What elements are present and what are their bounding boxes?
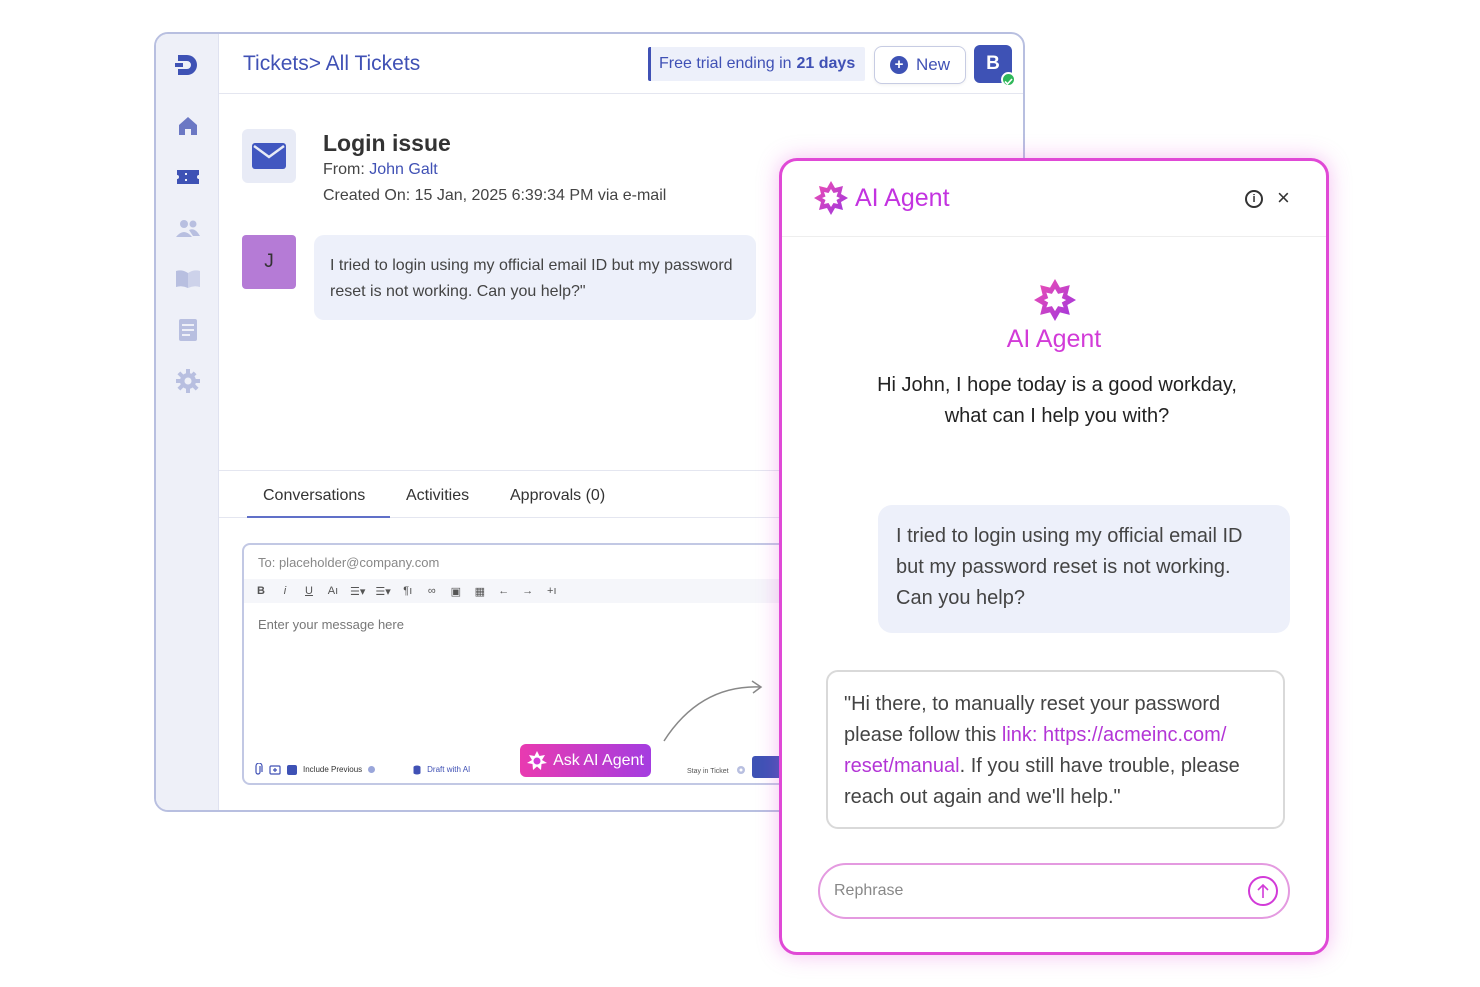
link-icon[interactable]: ∞: [425, 585, 439, 597]
rephrase-placeholder: Rephrase: [834, 882, 904, 899]
plus-icon: +: [889, 56, 908, 74]
agent-reply-bubble: "Hi there, to manually reset your passwo…: [826, 670, 1285, 829]
email-channel-icon: [242, 129, 296, 183]
agent-greeting: Hi John, I hope today is a good workday,…: [877, 374, 1237, 427]
agent-header: AI Agent i ×: [782, 161, 1326, 237]
draft-with-ai-button[interactable]: Draft with AI: [427, 765, 470, 774]
message-input[interactable]: Enter your message here: [258, 617, 404, 632]
trial-banner: Free trial ending in 21 days: [648, 47, 866, 81]
undo-icon[interactable]: ←: [497, 585, 511, 597]
image-icon[interactable]: ▣: [449, 585, 463, 598]
top-bar: Tickets> All Tickets Free trial ending i…: [219, 34, 1023, 94]
info-dot-icon: [368, 766, 376, 773]
ai-agent-avatar-icon: [1034, 279, 1076, 321]
ticket-created-date: Created On: 15 Jan, 2025 6:39:34 PM via …: [323, 187, 667, 204]
rephrase-input[interactable]: Rephrase: [818, 863, 1290, 919]
home-icon[interactable]: [174, 112, 202, 140]
tab-activities[interactable]: Activities: [406, 487, 469, 505]
ask-ai-label: Ask AI Agent: [553, 751, 644, 769]
ticket-title: Login issue: [323, 130, 451, 156]
user-message-bubble: I tried to login using my official email…: [878, 505, 1290, 633]
sidebar: [156, 34, 219, 810]
ai-agent-panel: AI Agent i × AI Agent Hi John, I hope to…: [779, 158, 1329, 955]
app-logo-icon[interactable]: [172, 50, 202, 80]
underline-button[interactable]: U: [302, 585, 316, 597]
ask-ai-agent-button[interactable]: Ask AI Agent: [520, 744, 651, 777]
users-icon[interactable]: [174, 214, 202, 242]
online-check-icon: [1001, 72, 1016, 87]
trial-days: 21 days: [796, 55, 856, 72]
requester-link[interactable]: John Galt: [369, 161, 437, 178]
from-label: From:: [323, 161, 365, 178]
paragraph-button[interactable]: ¶ı: [401, 585, 415, 597]
settings-gear-icon[interactable]: [174, 367, 202, 395]
breadcrumb[interactable]: Tickets> All Tickets: [243, 52, 420, 76]
to-input[interactable]: To: placeholder@company.com: [258, 555, 439, 570]
database-icon: [413, 765, 421, 774]
attachment-icon[interactable]: [254, 763, 263, 776]
include-previous-checkbox[interactable]: [287, 764, 297, 775]
redo-icon[interactable]: →: [521, 585, 535, 597]
ticket-from: From: John Galt: [323, 161, 438, 179]
tickets-icon[interactable]: [174, 163, 202, 191]
tab-conversations[interactable]: Conversations: [263, 487, 365, 505]
send-arrow-icon[interactable]: [1248, 876, 1278, 906]
curved-arrow-icon: [663, 680, 763, 742]
trial-text: Free trial ending in: [659, 55, 792, 72]
customer-message: I tried to login using my official email…: [314, 235, 756, 320]
ai-star-icon: [527, 750, 548, 770]
bold-button[interactable]: B: [254, 585, 268, 597]
composer-footer: Include Previous Draft with AI: [254, 763, 470, 776]
bullet-list-button[interactable]: ☰▾: [375, 585, 390, 598]
active-tab-indicator: [247, 516, 390, 518]
ai-agent-logo-icon: [814, 181, 848, 215]
agent-name: AI Agent: [1006, 325, 1102, 353]
new-button-label: New: [915, 55, 950, 74]
include-previous-label: Include Previous: [303, 765, 363, 774]
info-icon[interactable]: i: [1245, 190, 1263, 208]
reports-icon[interactable]: [174, 316, 202, 344]
small-gear-icon[interactable]: [736, 765, 746, 775]
new-ticket-button[interactable]: + New: [874, 46, 966, 84]
insert-icon[interactable]: +ı: [545, 585, 559, 597]
requester-avatar: J: [242, 235, 296, 289]
add-folder-icon[interactable]: [269, 764, 281, 775]
table-icon[interactable]: ▦: [473, 585, 487, 598]
stay-in-ticket-label: Stay in Ticket: [687, 768, 729, 775]
ordered-list-button[interactable]: ☰▾: [350, 585, 365, 598]
close-icon[interactable]: ×: [1277, 185, 1290, 211]
italic-button[interactable]: i: [278, 585, 292, 597]
tab-approvals[interactable]: Approvals (0): [510, 487, 605, 505]
agent-header-title: AI Agent: [855, 184, 950, 212]
font-size-button[interactable]: Aı: [326, 585, 340, 597]
knowledge-base-icon[interactable]: [174, 265, 202, 293]
